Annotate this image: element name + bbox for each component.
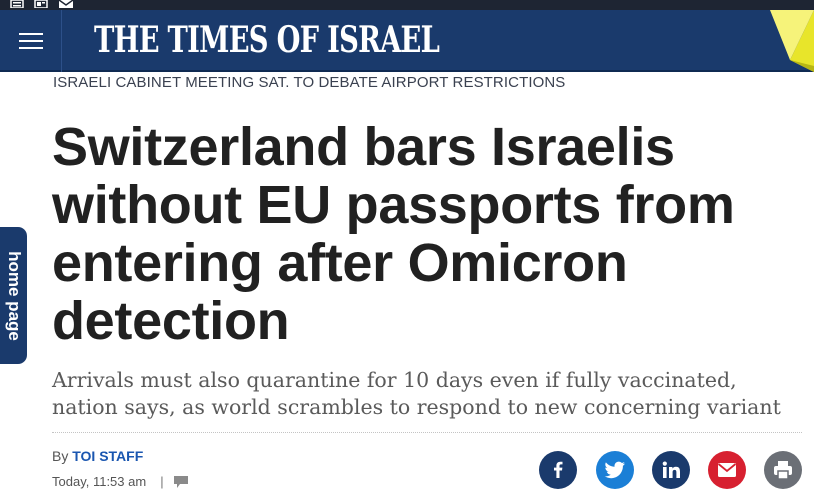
logo-text: THE TIMES OF ISRAEL [94,19,440,61]
email-icon [717,463,737,477]
site-logo[interactable]: THE TIMES OF ISRAEL [94,22,548,58]
print-icon [774,461,792,480]
comment-icon[interactable] [173,475,188,488]
site-header: THE TIMES OF ISRAEL [0,10,814,72]
dateline-separator: | [160,474,164,489]
linkedin-icon [662,461,680,478]
hamburger-icon [18,33,43,49]
share-linkedin-button[interactable] [652,451,690,489]
byline: By TOI STAFF [52,448,143,464]
article-kicker: ISRAELI CABINET MEETING SAT. TO DEBATE A… [53,74,566,91]
share-facebook-button[interactable] [539,451,577,489]
facebook-icon [554,461,563,478]
mail-icon[interactable] [58,0,74,8]
share-twitter-button[interactable] [596,451,634,489]
share-email-button[interactable] [708,451,746,489]
dateline: Today, 11:53 am | [52,474,188,489]
top-utility-bar [0,0,814,10]
author-link[interactable]: TOI STAFF [72,448,143,464]
home-page-tab[interactable]: home page [0,227,27,364]
article-subhead: Arrivals must also quarantine for 10 day… [52,368,781,419]
publish-date: Today, 11:53 am [52,474,147,489]
article-headline: Switzerland bars Israelis without EU pas… [52,117,735,351]
newsletter-icon[interactable] [34,0,48,8]
print-button[interactable] [764,451,802,489]
byline-prefix: By [52,448,69,464]
divider [52,432,802,433]
twitter-icon [604,461,625,479]
hamburger-menu-button[interactable] [0,10,62,72]
page-curl-corner-icon [770,10,814,72]
newspaper-icon[interactable] [10,0,24,8]
home-page-label: home page [4,250,24,341]
